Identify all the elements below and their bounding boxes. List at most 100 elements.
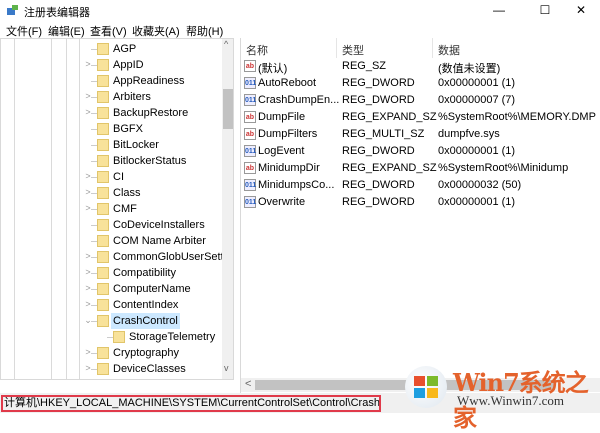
- expand-toggle-icon[interactable]: >: [83, 251, 93, 261]
- value-name: CrashDumpEn...: [258, 94, 340, 106]
- value-data: 0x00000001 (1): [438, 145, 516, 157]
- value-row[interactable]: ab DumpFilters REG_MULTI_SZ dumpfve.sys: [241, 126, 600, 143]
- scroll-up-arrow[interactable]: ^: [224, 39, 228, 49]
- tree-item[interactable]: > CI: [1, 169, 221, 185]
- value-data: dumpfve.sys: [438, 128, 500, 140]
- tree-item[interactable]: CoDeviceInstallers: [1, 217, 221, 233]
- value-type: REG_DWORD: [342, 179, 415, 191]
- scroll-right-arrow[interactable]: >: [185, 379, 191, 380]
- tree-item-label: BitLocker: [113, 139, 159, 151]
- expand-toggle-icon[interactable]: >: [83, 91, 93, 101]
- tree-vertical-scrollbar[interactable]: ^ v: [222, 39, 233, 379]
- minimize-button[interactable]: —: [478, 0, 520, 20]
- folder-icon: [97, 299, 109, 311]
- tree-item[interactable]: > Arbiters: [1, 89, 221, 105]
- tree-horizontal-scrollbar[interactable]: < >: [1, 379, 222, 380]
- folder-icon: [97, 43, 109, 55]
- tree-item-label: CMF: [113, 203, 137, 215]
- menu-help[interactable]: 帮助(H): [186, 23, 223, 39]
- tree-item-label: BackupRestore: [113, 107, 189, 119]
- expand-toggle-icon[interactable]: >: [83, 283, 93, 293]
- folder-icon: [97, 315, 109, 327]
- value-type: REG_SZ: [342, 60, 387, 72]
- tree-item-label: StorageTelemetry: [129, 331, 216, 343]
- tree-item[interactable]: > BackupRestore: [1, 105, 221, 121]
- tree-item[interactable]: > DeviceClasses: [1, 361, 221, 377]
- menu-file[interactable]: 文件(F): [6, 23, 42, 39]
- binary-value-icon: 011: [244, 179, 256, 191]
- tree-item-label: BGFX: [113, 123, 143, 135]
- expand-toggle-icon[interactable]: >: [83, 363, 93, 373]
- folder-icon: [97, 283, 109, 295]
- close-button[interactable]: ✕: [560, 0, 600, 20]
- expand-toggle-icon[interactable]: >: [83, 347, 93, 357]
- tree-item[interactable]: > AppID: [1, 57, 221, 73]
- menu-edit[interactable]: 编辑(E): [48, 23, 85, 39]
- value-data: %SystemRoot%\Minidump: [438, 162, 569, 174]
- folder-icon: [97, 123, 109, 135]
- value-row[interactable]: ab (默认) REG_SZ (数值未设置): [241, 58, 600, 75]
- value-row[interactable]: ab DumpFile REG_EXPAND_SZ %SystemRoot%\MEMO…: [241, 109, 600, 126]
- expand-toggle-icon[interactable]: >: [83, 267, 93, 277]
- value-type: REG_DWORD: [342, 77, 415, 89]
- tree-item-label: COM Name Arbiter: [113, 235, 206, 247]
- scroll-left-arrow[interactable]: <: [245, 378, 251, 390]
- watermark-url: Www.Winwin7.com: [457, 393, 564, 408]
- value-name: MinidumpsCo...: [258, 179, 335, 191]
- tree-item[interactable]: > Compatibility: [1, 265, 221, 281]
- tree-item[interactable]: > Cryptography: [1, 345, 221, 361]
- expand-toggle-icon[interactable]: >: [83, 107, 93, 117]
- column-type[interactable]: 类型: [342, 42, 364, 58]
- binary-value-icon: 011: [244, 196, 256, 208]
- expand-toggle-icon[interactable]: >: [83, 171, 93, 181]
- tree-item[interactable]: AGP: [1, 41, 221, 57]
- scroll-left-arrow[interactable]: <: [5, 379, 11, 380]
- scroll-down-arrow[interactable]: v: [224, 363, 229, 373]
- menu-favorites[interactable]: 收藏夹(A): [132, 23, 180, 39]
- tree-item[interactable]: StorageTelemetry: [1, 329, 221, 345]
- tree-item[interactable]: AppReadiness: [1, 73, 221, 89]
- value-row[interactable]: 011 MinidumpsCo... REG_DWORD 0x00000032 (50…: [241, 177, 600, 194]
- value-row[interactable]: ab MinidumpDir REG_EXPAND_SZ %SystemRoot%\M…: [241, 160, 600, 177]
- tree-item[interactable]: > Class: [1, 185, 221, 201]
- value-row[interactable]: 011 AutoReboot REG_DWORD 0x00000001 (1): [241, 75, 600, 92]
- tree-item[interactable]: BGFX: [1, 121, 221, 137]
- folder-icon: [97, 203, 109, 215]
- tree-item[interactable]: > CMF: [1, 201, 221, 217]
- column-divider[interactable]: [336, 38, 337, 58]
- expand-toggle-icon[interactable]: >: [83, 59, 93, 69]
- value-name: MinidumpDir: [258, 162, 320, 174]
- menu-view[interactable]: 查看(V): [90, 23, 127, 39]
- expand-toggle-icon[interactable]: >: [83, 203, 93, 213]
- value-name: LogEvent: [258, 145, 305, 157]
- tree-item[interactable]: BitLocker: [1, 137, 221, 153]
- folder-icon: [97, 219, 109, 231]
- tree-item[interactable]: COM Name Arbiter: [1, 233, 221, 249]
- folder-icon: [97, 155, 109, 167]
- tree-item[interactable]: > ContentIndex: [1, 297, 221, 313]
- column-data[interactable]: 数据: [438, 42, 460, 58]
- expand-toggle-icon[interactable]: >: [83, 187, 93, 197]
- windows-logo-icon: [405, 366, 447, 408]
- tree-item[interactable]: > ComputerName: [1, 281, 221, 297]
- string-value-icon: ab: [244, 128, 256, 140]
- string-value-icon: ab: [244, 162, 256, 174]
- column-divider[interactable]: [432, 38, 433, 58]
- folder-icon: [97, 59, 109, 71]
- value-row[interactable]: 011 Overwrite REG_DWORD 0x00000001 (1): [241, 194, 600, 211]
- tree-item[interactable]: BitlockerStatus: [1, 153, 221, 169]
- folder-icon: [113, 331, 125, 343]
- expand-toggle-icon[interactable]: >: [83, 299, 93, 309]
- value-row[interactable]: 011 LogEvent REG_DWORD 0x00000001 (1): [241, 143, 600, 160]
- column-name[interactable]: 名称: [246, 42, 268, 58]
- tree-item-label: DeviceClasses: [113, 363, 186, 375]
- tree-item-label: Cryptography: [113, 347, 180, 359]
- tree-item[interactable]: ⌄ CrashControl: [1, 313, 221, 329]
- value-row[interactable]: 011 CrashDumpEn... REG_DWORD 0x00000007 (7): [241, 92, 600, 109]
- value-type: REG_DWORD: [342, 145, 415, 157]
- value-type: REG_MULTI_SZ: [342, 128, 425, 140]
- folder-icon: [97, 107, 109, 119]
- tree-item[interactable]: > CommonGlobUserSettings: [1, 249, 233, 265]
- scroll-thumb[interactable]: [223, 89, 233, 129]
- value-data: %SystemRoot%\MEMORY.DMP: [438, 111, 596, 123]
